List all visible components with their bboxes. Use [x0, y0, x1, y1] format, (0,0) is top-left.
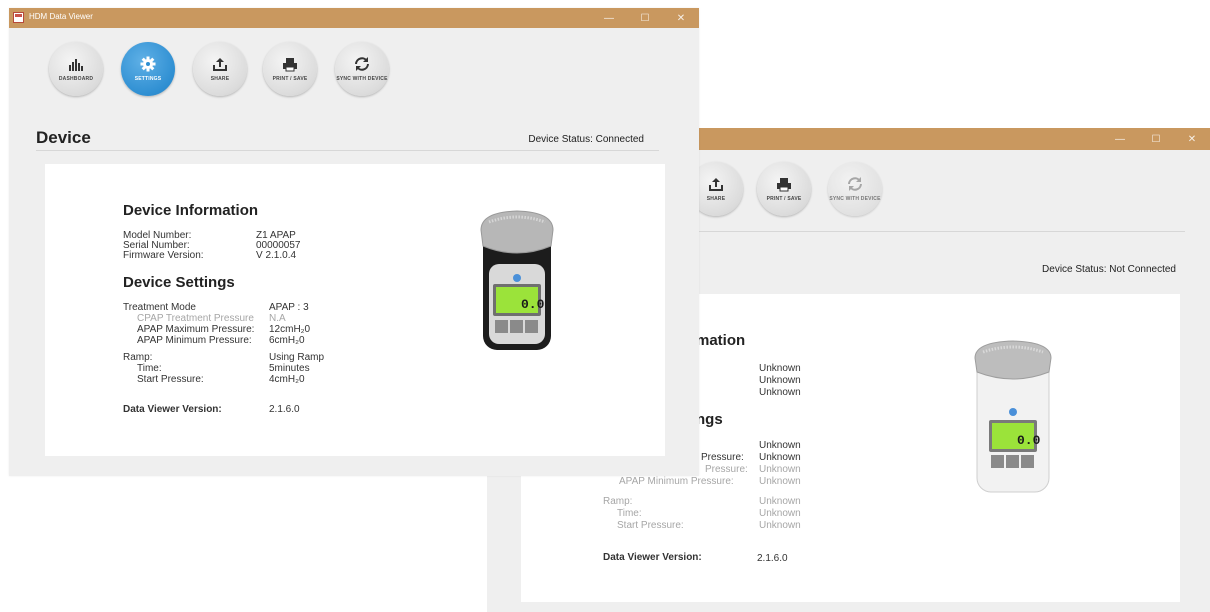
cpap-pressure-value: Unknown — [759, 452, 801, 463]
time-label: Time: — [137, 363, 162, 374]
printer-icon — [281, 56, 299, 72]
upload-icon — [707, 176, 725, 192]
apap-min-label: APAP Minimum Pressure: — [137, 335, 252, 346]
minimize-button[interactable]: — — [1102, 128, 1138, 150]
apap-max-label: APAP Maximum Pressure: — [137, 324, 255, 335]
maximize-button[interactable]: ☐ — [1138, 128, 1174, 150]
device-panel: Device Information Model Number: Z1 APAP… — [45, 164, 665, 456]
ramp-value: Unknown — [759, 496, 801, 507]
lcd-reading: 0.0 — [1017, 433, 1041, 448]
bar-chart-icon — [67, 56, 85, 72]
sync-button[interactable]: SYNC WITH DEVICE — [828, 162, 882, 216]
divider — [695, 231, 1185, 232]
settings-button[interactable]: SETTINGS — [121, 42, 175, 96]
cpap-device-image: 0.0 — [480, 210, 554, 350]
treatment-mode-label: Treatment Mode — [123, 302, 196, 313]
page-title: Device — [36, 128, 91, 147]
time-value: 5minutes — [269, 363, 310, 374]
ramp-label: Ramp: — [123, 352, 153, 363]
toolbar: DASHBOARD SETTINGS SHARE PRINT / SAVE SY… — [9, 28, 699, 128]
start-pressure-label: Start Pressure: — [137, 374, 204, 385]
device-settings-title: Device Settings — [123, 274, 235, 291]
apap-min-label: APAP Minimum Pressure: — [619, 476, 734, 487]
device-status: Device Status: Connected — [528, 134, 644, 145]
sync-button[interactable]: SYNC WITH DEVICE — [335, 42, 389, 96]
apap-max-value: Unknown — [759, 464, 801, 475]
maximize-button[interactable]: ☐ — [627, 8, 663, 28]
apap-max-value: 12cmH₂0 — [269, 324, 311, 335]
device-information-title: Device Information — [123, 202, 259, 219]
ramp-label: Ramp: — [603, 496, 633, 507]
sync-icon — [846, 176, 864, 192]
gear-icon — [139, 56, 157, 72]
treatment-mode-value: APAP : 3 — [269, 302, 309, 313]
viewer-version-label: Data Viewer Version: — [123, 404, 222, 415]
cpap-pressure-label: CPAP Treatment Pressure — [137, 313, 254, 324]
window-controls: — ☐ ✕ — [591, 8, 699, 28]
ramp-value: Using Ramp — [269, 352, 325, 363]
cpap-pressure-value: N.A — [269, 313, 286, 324]
firmware-version-label: Firmware Version: — [123, 250, 204, 261]
close-button[interactable]: ✕ — [663, 8, 699, 28]
cpap-pressure-label: Pressure: — [701, 452, 744, 463]
window-front: HDM Data Viewer — ☐ ✕ DASHBOARD SETTINGS… — [9, 8, 699, 476]
app-icon — [13, 12, 24, 23]
start-pressure-label: Start Pressure: — [617, 520, 684, 531]
divider — [36, 150, 659, 151]
window-controls: — ☐ ✕ — [1102, 128, 1210, 150]
device-information-title: mation — [696, 332, 746, 349]
dashboard-button[interactable]: DASHBOARD — [49, 42, 103, 96]
minimize-button[interactable]: — — [591, 8, 627, 28]
time-value: Unknown — [759, 508, 801, 519]
cpap-device-image: 0.0 — [974, 340, 1052, 493]
viewer-version-value: 2.1.6.0 — [757, 553, 788, 564]
treatment-mode-value: Unknown — [759, 440, 801, 451]
app-title: HDM Data Viewer — [29, 12, 93, 21]
start-pressure-value: Unknown — [759, 520, 801, 531]
model-number-value: Unknown — [759, 363, 801, 374]
sync-icon — [353, 56, 371, 72]
device-settings-title: ngs — [696, 411, 723, 428]
start-pressure-value: 4cmH₂0 — [269, 374, 305, 385]
title-bar: HDM Data Viewer — ☐ ✕ — [9, 8, 699, 28]
viewer-version-value: 2.1.6.0 — [269, 404, 300, 415]
firmware-version-value: V 2.1.0.4 — [256, 250, 297, 261]
printer-icon — [775, 176, 793, 192]
close-button[interactable]: ✕ — [1174, 128, 1210, 150]
viewer-version-label: Data Viewer Version: — [603, 552, 702, 563]
time-label: Time: — [617, 508, 642, 519]
print-save-button[interactable]: PRINT / SAVE — [263, 42, 317, 96]
serial-number-value: Unknown — [759, 375, 801, 386]
upload-icon — [211, 56, 229, 72]
firmware-version-value: Unknown — [759, 387, 801, 398]
apap-min-value: 6cmH₂0 — [269, 335, 305, 346]
print-save-button[interactable]: PRINT / SAVE — [757, 162, 811, 216]
device-status: Device Status: Not Connected — [1042, 264, 1176, 275]
apap-max-label: Pressure: — [705, 464, 748, 475]
apap-min-value: Unknown — [759, 476, 801, 487]
share-button[interactable]: SHARE — [193, 42, 247, 96]
lcd-reading: 0.0 — [521, 297, 545, 312]
